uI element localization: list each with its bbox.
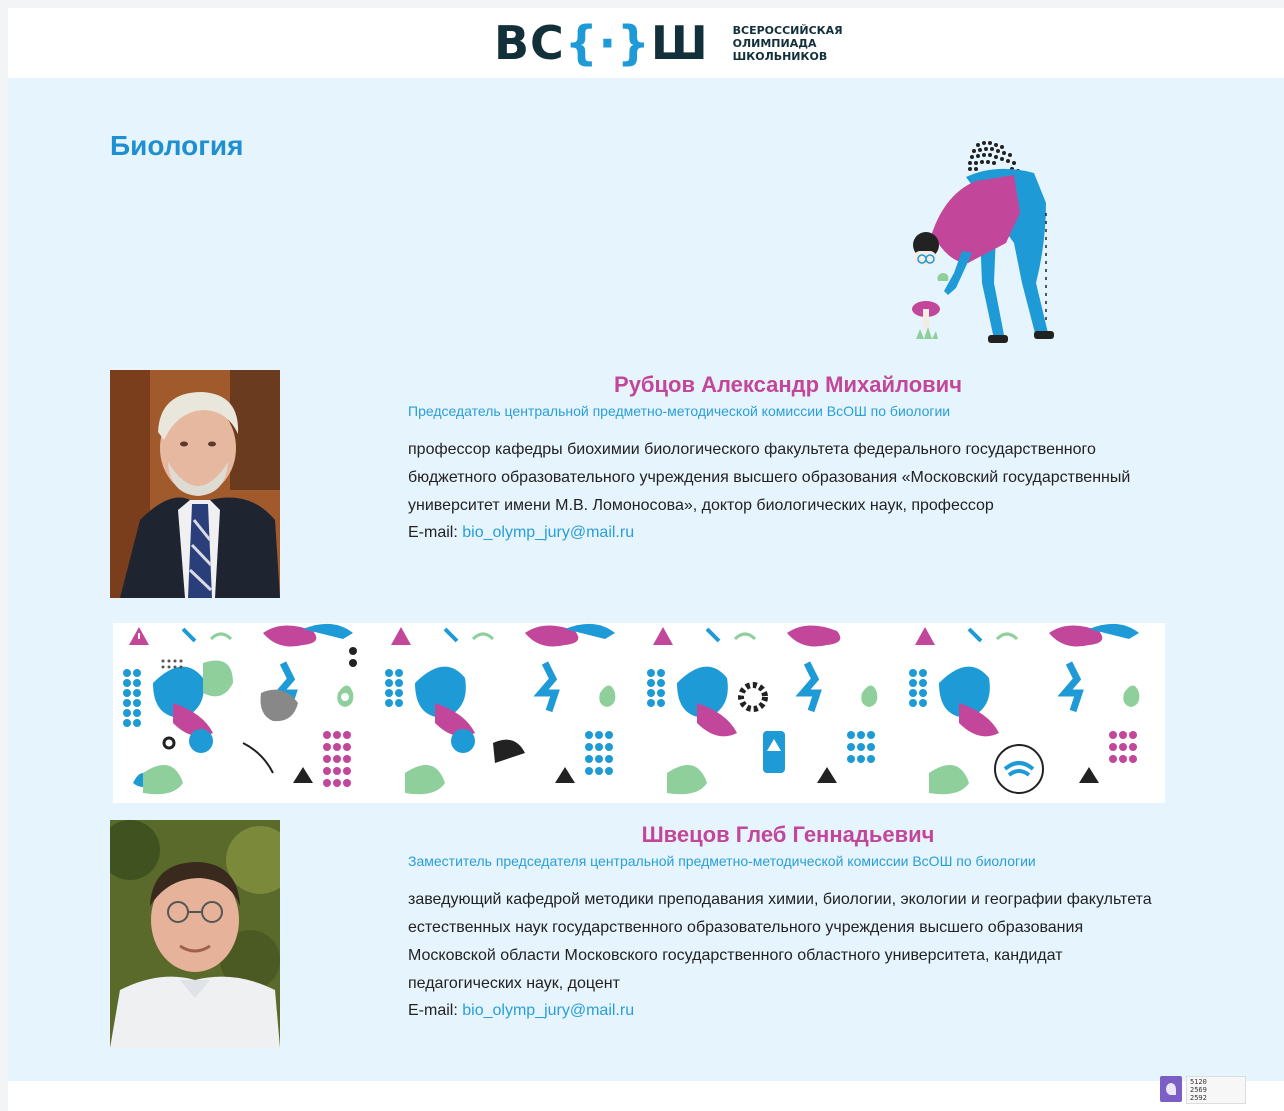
person-role: Заместитель председателя центральной пре… <box>408 853 1036 869</box>
decorative-pattern-banner <box>113 623 1165 803</box>
visit-counter[interactable]: 5120 2569 2592 <box>1160 1074 1248 1106</box>
email-label: E-mail: <box>408 524 458 541</box>
person-description: заведующий кафедрой методики преподавани… <box>408 891 1152 992</box>
email-link[interactable]: bio_olymp_jury@mail.ru <box>462 524 634 541</box>
person-photo <box>110 370 280 598</box>
logo-subtitle: Всероссийская олимпиада школьников <box>733 24 843 63</box>
vsosh-logo[interactable]: ВС{·}Ш Всероссийская олимпиада школьнико… <box>494 18 843 68</box>
logo-brace: {·} <box>564 16 651 70</box>
counter-line: 2592 <box>1190 1094 1207 1102</box>
logo-text-right: Ш <box>650 16 709 70</box>
counter-line: 2569 <box>1190 1086 1207 1094</box>
site-header: ВС{·}Ш Всероссийская олимпиада школьнико… <box>8 8 1284 78</box>
site-footer <box>8 1081 1284 1111</box>
logo-subtitle-line-3: школьников <box>732 49 828 63</box>
logo-subtitle-line-2: олимпиада <box>732 36 817 50</box>
counter-values: 5120 2569 2592 <box>1186 1076 1246 1104</box>
page-frame: ВС{·}Ш Всероссийская олимпиада школьнико… <box>8 8 1284 1111</box>
email-label: E-mail: <box>408 1002 458 1019</box>
main-content: Биология Рубцов Александр Михайлович Пре… <box>8 78 1284 1081</box>
person-bending-illustration <box>912 141 1054 343</box>
email-row: E-mail: bio_olymp_jury@mail.ru <box>408 520 1168 546</box>
person-name: Швецов Глеб Геннадьевич <box>641 822 935 847</box>
logo-subtitle-line-1: Всероссийская <box>732 23 843 37</box>
person-photo <box>110 820 280 1048</box>
counter-line: 5120 <box>1190 1078 1207 1086</box>
counter-logo-icon <box>1160 1076 1182 1102</box>
person-description: профессор кафедры биохимии биологическог… <box>408 441 1131 514</box>
person-role: Председатель центральной предметно-метод… <box>408 403 951 419</box>
page-title: Биология <box>110 130 244 161</box>
email-link[interactable]: bio_olymp_jury@mail.ru <box>462 1002 634 1019</box>
email-row: E-mail: bio_olymp_jury@mail.ru <box>408 998 1168 1024</box>
person-info: Рубцов Александр Михайлович Председатель… <box>408 370 1168 546</box>
person-name: Рубцов Александр Михайлович <box>614 372 962 397</box>
logo-mark: ВС{·}Ш <box>494 18 709 68</box>
logo-text-left: ВС <box>494 16 565 70</box>
person-info: Швецов Глеб Геннадьевич Заместитель пред… <box>408 820 1168 1024</box>
